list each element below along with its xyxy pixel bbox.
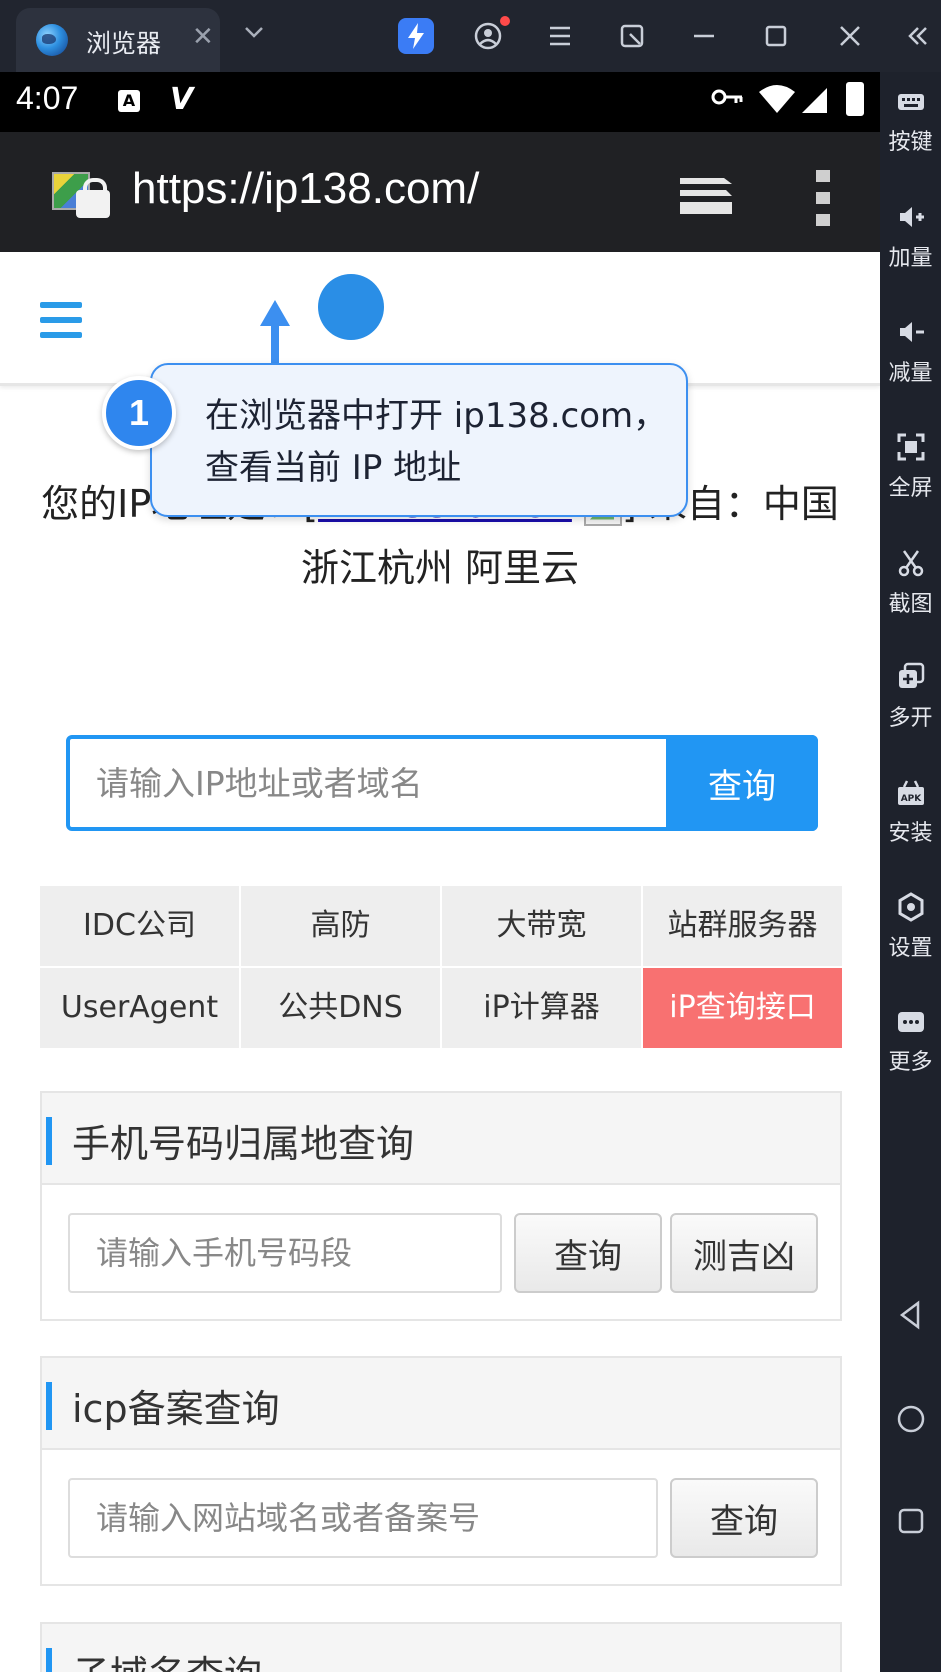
settings-icon	[896, 892, 926, 922]
sidebar-item-more[interactable]: 更多	[880, 1006, 941, 1076]
browser-tab[interactable]: 浏览器 ✕	[16, 8, 220, 72]
chevron-down-icon[interactable]	[236, 18, 272, 54]
apk-icon: APK	[896, 777, 926, 807]
ip-location: 浙江杭州 阿里云	[300, 546, 580, 590]
scissors-icon	[896, 548, 926, 578]
browser-url-bar: https://ip138.com/	[0, 132, 880, 252]
home-icon[interactable]	[896, 1404, 926, 1434]
icp-domain-input[interactable]	[68, 1478, 658, 1558]
a-icon: A	[118, 90, 140, 112]
minimize-icon[interactable]	[686, 18, 722, 54]
sidebar-label: 更多	[888, 1050, 933, 1075]
more-icon	[896, 1006, 926, 1036]
maximize-icon[interactable]	[758, 18, 794, 54]
sidebar-label: 截图	[888, 592, 933, 617]
status-bar: 4:07 A V	[0, 72, 880, 132]
ip-search-box: 查询	[66, 735, 818, 831]
notification-dot	[500, 16, 510, 26]
globe-icon	[36, 24, 68, 56]
vpn-key-icon	[710, 84, 744, 117]
hamburger-menu-icon[interactable]	[40, 302, 82, 344]
link-bandwidth[interactable]: 大带宽	[442, 886, 641, 966]
account-icon[interactable]	[470, 16, 510, 54]
ip-search-button[interactable]: 查询	[666, 735, 818, 831]
callout-arrow-icon	[260, 300, 290, 372]
screenshot-icon[interactable]	[614, 18, 650, 54]
multi-instance-icon	[896, 662, 926, 692]
phone-number-input[interactable]	[68, 1213, 502, 1293]
menu-icon[interactable]	[542, 18, 578, 54]
emulator-titlebar: 浏览器 ✕	[0, 0, 941, 72]
link-useragent[interactable]: UserAgent	[40, 968, 239, 1048]
back-icon[interactable]	[896, 1300, 926, 1330]
sidebar-item-volume-up[interactable]: 加量	[880, 202, 941, 272]
volume-down-icon	[896, 317, 926, 347]
lightning-icon[interactable]	[398, 18, 434, 54]
phone-lookup-panel: 手机号码归属地查询 查询 测吉凶	[40, 1091, 842, 1321]
link-public-dns[interactable]: 公共DNS	[241, 968, 440, 1048]
android-screen: 4:07 A V https://ip138.com/ 您的IP地址	[0, 72, 880, 1672]
tabs-icon[interactable]	[676, 174, 736, 218]
sidebar-item-multi-instance[interactable]: 多开	[880, 662, 941, 732]
panel-title: icp备案查询	[72, 1387, 280, 1431]
wifi-icon	[759, 85, 795, 113]
emulator-sidebar: 按键 加量 减量 全屏 截图 多开 APK 安装 设置 更多	[880, 72, 941, 1672]
sidebar-label: 多开	[888, 706, 933, 731]
panel-header: 子域名查询	[42, 1624, 840, 1672]
link-ip-query-api[interactable]: iP查询接口	[643, 968, 842, 1048]
panel-title: 子域名查询	[72, 1644, 262, 1672]
panel-header: 手机号码归属地查询	[42, 1093, 840, 1185]
sidebar-item-install-apk[interactable]: APK 安装	[880, 777, 941, 847]
tab-title: 浏览器	[86, 29, 162, 58]
sidebar-label: 加量	[888, 246, 933, 271]
url-text[interactable]: https://ip138.com/	[132, 164, 479, 214]
sidebar-item-screenshot[interactable]: 截图	[880, 548, 941, 618]
tab-close-icon[interactable]: ✕	[192, 22, 214, 52]
panel-title: 手机号码归属地查询	[72, 1122, 415, 1166]
status-time: 4:07	[16, 80, 79, 116]
sidebar-label: 安装	[888, 821, 933, 846]
link-idc[interactable]: IDC公司	[40, 886, 239, 966]
keyboard-icon	[896, 86, 926, 116]
panel-header: icp备案查询	[42, 1358, 840, 1450]
link-ddos-protection[interactable]: 高防	[241, 886, 440, 966]
callout-step-number: 1	[102, 376, 176, 450]
link-ip-calculator[interactable]: iP计算器	[442, 968, 641, 1048]
lock-icon	[76, 178, 110, 218]
sidebar-item-volume-down[interactable]: 减量	[880, 317, 941, 387]
volume-up-icon	[896, 202, 926, 232]
fullscreen-icon	[896, 432, 926, 462]
sidebar-label: 全屏	[888, 476, 933, 501]
quick-links-grid: IDC公司 高防 大带宽 站群服务器 UserAgent 公共DNS iP计算器…	[40, 886, 842, 1052]
sidebar-label: 按键	[888, 130, 933, 155]
sidebar-label: 减量	[888, 361, 933, 386]
icp-query-button[interactable]: 查询	[670, 1478, 818, 1558]
site-logo[interactable]	[318, 274, 384, 340]
overflow-menu-icon[interactable]	[816, 170, 830, 226]
sidebar-item-settings[interactable]: 设置	[880, 892, 941, 962]
close-icon[interactable]	[832, 18, 868, 54]
battery-icon	[846, 82, 864, 116]
sidebar-label: 设置	[888, 936, 933, 961]
icp-lookup-panel: icp备案查询 查询	[40, 1356, 842, 1586]
v-icon: V	[170, 82, 194, 117]
phone-fortune-button[interactable]: 测吉凶	[670, 1213, 818, 1293]
signal-icon	[802, 88, 827, 113]
sidebar-item-keys[interactable]: 按键	[880, 86, 941, 156]
callout-text: 在浏览器中打开 ip138.com，查看当前 IP 地址	[205, 396, 668, 488]
recents-icon[interactable]	[896, 1506, 926, 1536]
ip-search-input[interactable]	[70, 739, 670, 827]
svg-text:APK: APK	[900, 794, 922, 804]
collapse-icon[interactable]	[900, 18, 936, 54]
sidebar-item-fullscreen[interactable]: 全屏	[880, 432, 941, 502]
link-site-cluster[interactable]: 站群服务器	[643, 886, 842, 966]
phone-query-button[interactable]: 查询	[514, 1213, 662, 1293]
subdomain-lookup-panel: 子域名查询	[40, 1622, 842, 1672]
